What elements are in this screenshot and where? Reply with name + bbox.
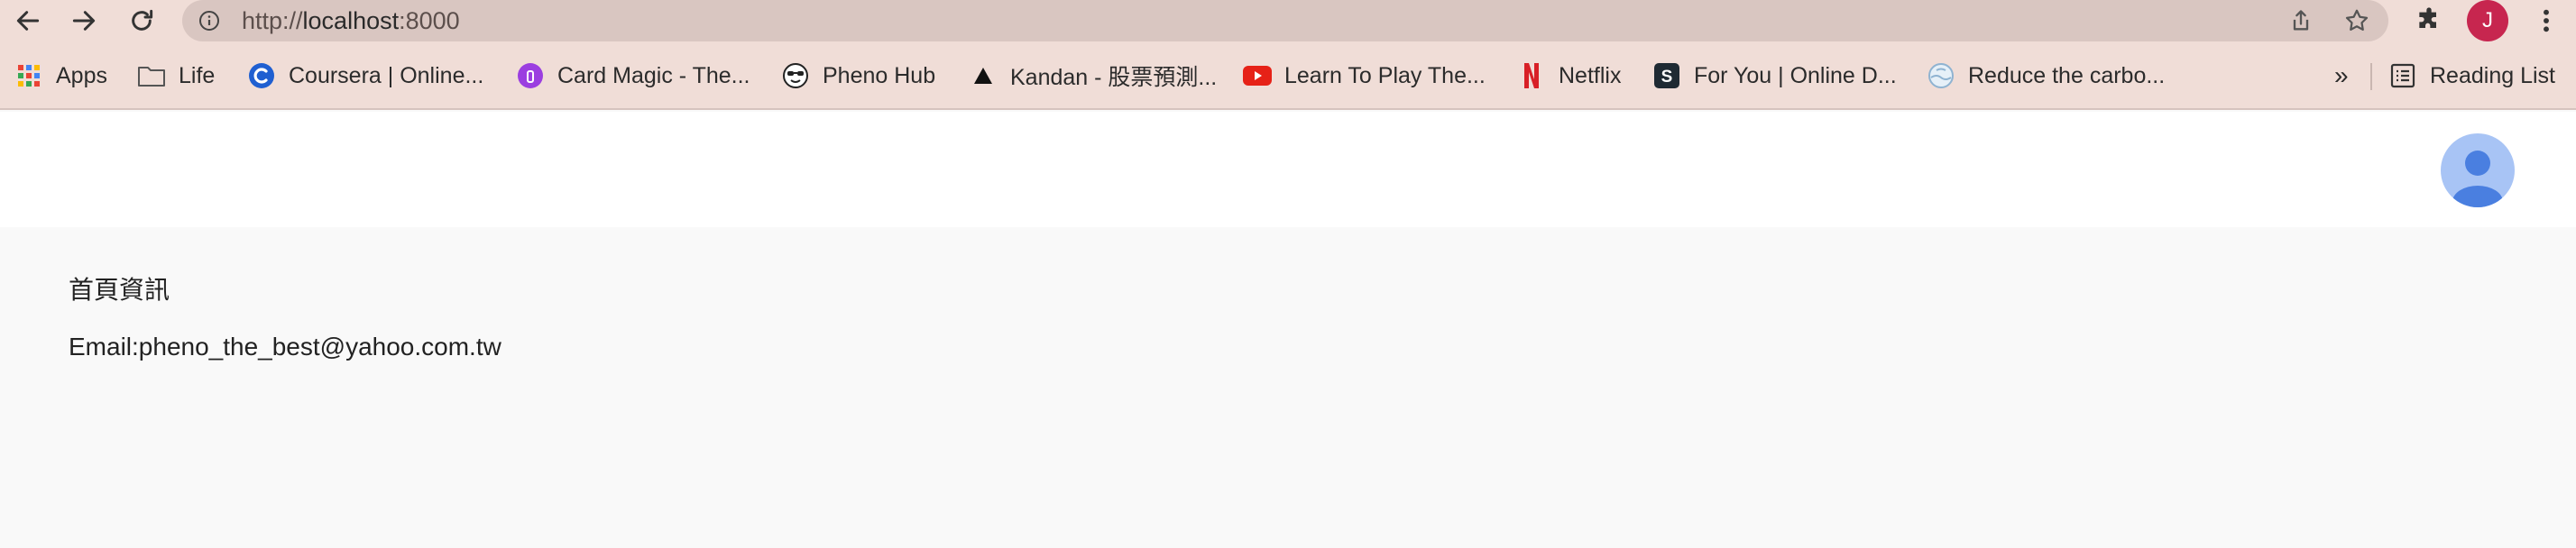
url-scheme: http://: [242, 7, 303, 34]
overflow-chevron-icon: »: [2334, 61, 2349, 89]
reload-icon: [132, 9, 153, 31]
sunglasses-face-icon: [781, 61, 810, 90]
reading-list-icon: [2388, 61, 2417, 90]
url-port: :8000: [399, 7, 460, 34]
globe-icon: [1927, 61, 1955, 90]
bookmark-netflix[interactable]: Netflix: [1517, 52, 1621, 99]
page-header: [0, 112, 2576, 227]
bookmark-kandan[interactable]: Kandan - 股票預測...: [969, 52, 1217, 99]
forward-arrow-icon: [72, 11, 96, 31]
bookmark-label: Reduce the carbo...: [1968, 62, 2166, 88]
url-host: localhost: [302, 7, 400, 34]
user-avatar[interactable]: [2441, 133, 2515, 207]
bookmark-coursera[interactable]: Coursera | Online...: [247, 52, 483, 99]
user-silhouette-icon: [2452, 151, 2503, 207]
bookmark-star-icon[interactable]: [2336, 0, 2378, 41]
back-arrow-icon: [16, 11, 40, 31]
menu-kebab-icon[interactable]: [2525, 0, 2567, 41]
bookmark-label: Apps: [56, 62, 107, 88]
extensions-icon[interactable]: [2408, 0, 2450, 41]
bookmark-label: Netflix: [1559, 62, 1622, 88]
profile-initial: J: [2482, 8, 2493, 32]
url-text[interactable]: http://localhost:8000: [242, 7, 460, 35]
netflix-icon: [1517, 61, 1546, 90]
bookmark-label: Pheno Hub: [823, 62, 936, 88]
page-title: 首頁資訊: [69, 276, 170, 304]
bookmark-label: Learn To Play The...: [1284, 62, 1486, 88]
bookmark-label: Coursera | Online...: [289, 62, 484, 88]
s-logo-icon: S: [1652, 61, 1681, 90]
share-icon[interactable]: [2280, 0, 2322, 41]
apps-grid-icon: [14, 61, 43, 90]
bookmark-card-magic[interactable]: Card Magic - The...: [516, 52, 750, 99]
reading-list-button[interactable]: Reading List: [2388, 52, 2555, 99]
bookmark-learn-to-play[interactable]: Learn To Play The...: [1243, 52, 1486, 99]
folder-icon: [137, 61, 166, 90]
site-info-icon[interactable]: [198, 10, 220, 32]
bookmark-apps[interactable]: Apps: [14, 52, 107, 99]
bookmark-label: Kandan - 股票預測...: [1010, 65, 1218, 90]
bookmark-label: Life: [179, 62, 216, 88]
main-content: 首頁資訊 Email:pheno_the_best@yahoo.com.tw: [0, 227, 2576, 548]
bookmark-label: Card Magic - The...: [557, 62, 750, 88]
reload-button[interactable]: [121, 0, 162, 41]
bookmarks-overflow-button[interactable]: »: [2334, 52, 2349, 99]
card-magic-icon: [516, 61, 545, 90]
bookmark-label: For You | Online D...: [1694, 62, 1897, 88]
profile-avatar[interactable]: J: [2467, 0, 2508, 41]
back-button[interactable]: [7, 0, 49, 41]
bookmark-pheno-hub[interactable]: Pheno Hub: [781, 52, 935, 99]
svg-text:S: S: [1661, 68, 1673, 87]
bookmark-reduce-carbon[interactable]: Reduce the carbo...: [1927, 52, 2165, 99]
forward-button[interactable]: [63, 0, 105, 41]
contact-email: Email:pheno_the_best@yahoo.com.tw: [69, 333, 501, 361]
bookmarks-bar: Apps Life Coursera | Online... Card Magi…: [0, 41, 2576, 110]
youtube-icon: [1243, 61, 1272, 90]
triangle-icon: [969, 61, 998, 90]
bookmark-for-you[interactable]: S For You | Online D...: [1652, 52, 1897, 99]
coursera-icon: [247, 61, 276, 90]
bookmark-folder-life[interactable]: Life: [137, 52, 215, 99]
browser-toolbar: http://localhost:8000 J: [0, 0, 2576, 41]
address-bar[interactable]: http://localhost:8000: [182, 0, 2388, 41]
bookmarks-divider: [2370, 63, 2372, 90]
reading-list-label: Reading List: [2430, 62, 2555, 88]
